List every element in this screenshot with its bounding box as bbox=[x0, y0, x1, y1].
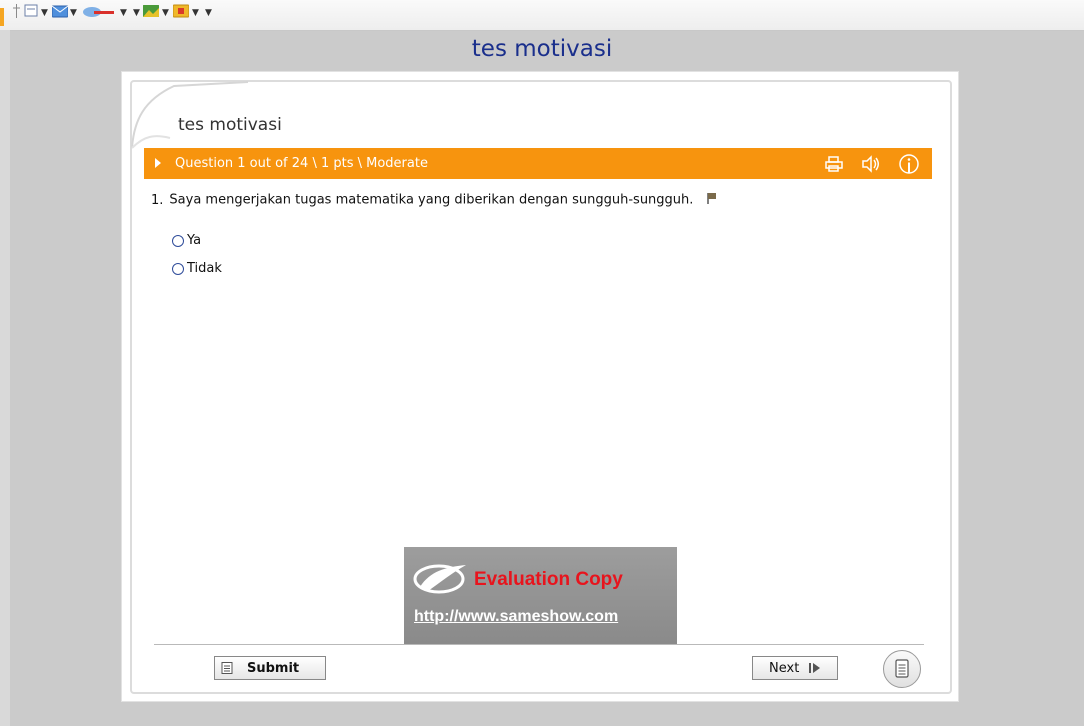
question-header-bar: Question 1 out of 24 \ 1 pts \ Moderate bbox=[144, 148, 932, 179]
question-body: Saya mengerjakan tugas matematika yang d… bbox=[169, 192, 694, 208]
pen-icon[interactable] bbox=[82, 4, 114, 18]
submit-label: Submit bbox=[247, 660, 300, 676]
print-icon[interactable] bbox=[824, 155, 844, 177]
dropdown-arrow-icon[interactable]: ▼ bbox=[70, 8, 77, 18]
question-text: 1. Saya mengerjakan tugas matematika yang… bbox=[151, 192, 717, 208]
dropdown-arrow-icon[interactable]: ▼ bbox=[192, 8, 199, 18]
choice-label: Ya bbox=[187, 233, 202, 248]
document-icon[interactable] bbox=[24, 4, 40, 18]
choice-tidak[interactable]: Tidak bbox=[172, 261, 222, 276]
question-number: 1. bbox=[151, 192, 164, 208]
dropdown-arrow-icon[interactable]: ▼ bbox=[205, 8, 212, 18]
dropdown-arrow-icon[interactable]: ▼ bbox=[162, 8, 169, 18]
choice-ya[interactable]: Ya bbox=[172, 233, 201, 248]
radio-button[interactable] bbox=[172, 234, 184, 247]
flag-icon[interactable] bbox=[706, 192, 717, 208]
question-toolbar bbox=[812, 153, 920, 179]
next-label: Next bbox=[769, 660, 800, 676]
mail-icon[interactable] bbox=[52, 4, 68, 18]
radio-button[interactable] bbox=[172, 262, 184, 275]
dropdown-arrow-icon[interactable]: ▼ bbox=[133, 8, 140, 18]
choice-label: Tidak bbox=[187, 261, 222, 276]
dropdown-arrow-icon[interactable]: ▼ bbox=[120, 8, 127, 18]
top-toolbar: ▼ ▼ ▼ ▼ ▼ ▼ ▼ bbox=[0, 0, 1084, 31]
question-progress-text: Question 1 out of 24 \ 1 pts \ Moderate bbox=[175, 156, 428, 171]
evaluation-url-link[interactable]: http://www.sameshow.com bbox=[414, 608, 618, 626]
image-icon[interactable] bbox=[143, 4, 159, 18]
review-list-icon bbox=[895, 659, 909, 678]
chevron-right-icon bbox=[155, 158, 161, 168]
dropdown-arrow-icon[interactable]: ▼ bbox=[41, 8, 48, 18]
media-icon[interactable] bbox=[173, 4, 189, 18]
review-list-button[interactable] bbox=[883, 650, 921, 688]
evaluation-title: Evaluation Copy bbox=[474, 569, 623, 590]
toolbar-accent bbox=[0, 8, 4, 26]
quiz-title: tes motivasi bbox=[178, 115, 282, 135]
submit-button[interactable]: Submit bbox=[214, 656, 326, 680]
next-arrow-icon bbox=[809, 663, 821, 673]
next-button[interactable]: Next bbox=[752, 656, 838, 680]
window-title: tes motivasi bbox=[471, 36, 613, 62]
sameshow-logo-icon bbox=[413, 564, 466, 594]
pin-icon[interactable] bbox=[12, 4, 21, 18]
evaluation-watermark: Evaluation Copy http://www.sameshow.com bbox=[404, 547, 677, 644]
left-border bbox=[0, 30, 10, 726]
submit-doc-icon bbox=[221, 662, 233, 674]
footer-divider bbox=[154, 644, 924, 645]
speaker-icon[interactable] bbox=[861, 155, 881, 177]
info-icon[interactable] bbox=[898, 153, 920, 179]
